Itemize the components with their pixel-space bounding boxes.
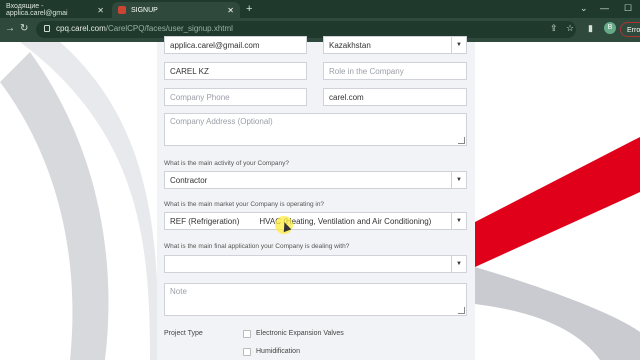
humidification-label: Humidification <box>256 348 300 355</box>
back-arrow-icon[interactable]: → <box>5 23 15 34</box>
share-icon[interactable]: ⇪ <box>550 23 558 34</box>
main-market-select[interactable]: REF (Refrigeration) HVAC (Heating, Ventil… <box>164 212 467 230</box>
checkbox-electronic-expansion-valves[interactable] <box>243 330 251 338</box>
main-market-value-ref: REF (Refrigeration) <box>170 216 240 226</box>
country-value: Kazakhstan <box>329 40 371 50</box>
resize-grip-icon[interactable] <box>458 307 465 314</box>
dropdown-arrow-icon: ▼ <box>451 256 466 272</box>
profile-avatar[interactable]: B <box>604 22 616 34</box>
grey-swoosh-right <box>475 267 640 360</box>
role-field[interactable]: Role in the Company <box>323 62 467 80</box>
role-placeholder: Role in the Company <box>329 66 404 76</box>
note-field[interactable]: Note <box>164 283 467 316</box>
tab-inbox-title: Входящие - applica.carel@gmai <box>6 3 68 17</box>
tab-signup-title: SIGNUP <box>131 6 158 14</box>
company-phone-field[interactable]: Company Phone <box>164 88 307 106</box>
email-field[interactable]: applica.carel@gmail.com <box>164 36 307 54</box>
browser-toolbar: → ↻ cpq.carel.com/CarelCPQ/faces/user_si… <box>0 18 640 42</box>
sidebar-icon[interactable]: ▮ <box>588 23 593 34</box>
email-value: applica.carel@gmail.com <box>170 40 260 50</box>
note-placeholder: Note <box>170 287 187 296</box>
dropdown-arrow-icon: ▼ <box>451 213 466 229</box>
maximize-button[interactable]: ☐ <box>624 3 632 14</box>
close-tab-icon[interactable]: ✕ <box>97 6 104 15</box>
dropdown-arrow-icon: ▼ <box>451 37 466 53</box>
chevron-down-icon[interactable]: ⌄ <box>580 3 588 14</box>
reload-icon[interactable]: ↻ <box>20 23 28 34</box>
project-type-label: Project Type <box>164 330 203 337</box>
company-address-placeholder: Company Address (Optional) <box>170 117 273 126</box>
minimize-button[interactable]: — <box>600 3 609 13</box>
carel-favicon-icon <box>118 6 126 14</box>
website-value: carel.com <box>329 92 364 102</box>
resize-grip-icon[interactable] <box>458 137 465 144</box>
country-select[interactable]: Kazakhstan ▼ <box>323 36 467 54</box>
checkbox-humidification[interactable] <box>243 348 251 356</box>
company-address-field[interactable]: Company Address (Optional) <box>164 113 467 146</box>
main-activity-question: What is the main activity of your Compan… <box>164 160 289 167</box>
error-button[interactable]: Error <box>620 22 640 37</box>
tab-inbox[interactable]: Входящие - applica.carel@gmai ✕ <box>0 2 110 18</box>
tab-signup[interactable]: SIGNUP ✕ <box>112 2 240 18</box>
dropdown-arrow-icon: ▼ <box>451 172 466 188</box>
main-activity-select[interactable]: Contractor ▼ <box>164 171 467 189</box>
url-path: /CarelCPQ/faces/user_signup.xhtml <box>105 24 233 33</box>
main-activity-value: Contractor <box>170 175 208 185</box>
company-name-value: CAREL KZ <box>170 66 209 76</box>
close-tab-icon[interactable]: ✕ <box>227 6 234 15</box>
final-application-question: What is the main final application your … <box>164 243 350 250</box>
website-field[interactable]: carel.com <box>323 88 467 106</box>
star-icon[interactable]: ☆ <box>566 23 574 34</box>
url-host: cpq.carel.com <box>56 24 106 33</box>
company-name-field[interactable]: CAREL KZ <box>164 62 307 80</box>
final-application-select[interactable]: ▼ <box>164 255 467 273</box>
browser-tab-bar: Входящие - applica.carel@gmai ✕ SIGNUP ✕… <box>0 0 640 18</box>
lock-icon <box>44 25 50 32</box>
red-ribbon <box>475 137 640 267</box>
electronic-expansion-valves-label: Electronic Expansion Valves <box>256 330 344 337</box>
main-market-question: What is the main market your Company is … <box>164 201 325 208</box>
new-tab-button[interactable]: + <box>246 3 252 15</box>
company-phone-placeholder: Company Phone <box>170 92 230 102</box>
url-text: cpq.carel.com/CarelCPQ/faces/user_signup… <box>56 24 233 33</box>
